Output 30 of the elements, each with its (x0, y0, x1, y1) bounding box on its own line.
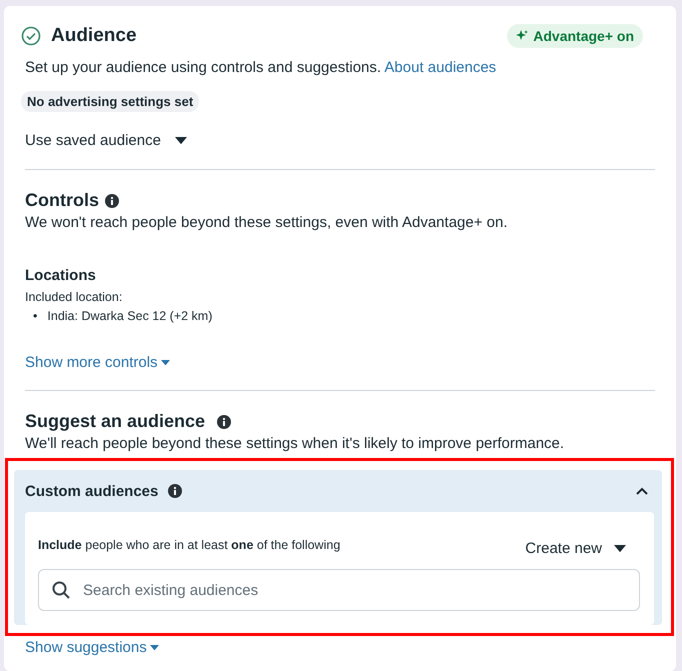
include-text: Include people who are in at least one of the following (38, 538, 340, 552)
caret-icon (614, 544, 626, 552)
status-tag: No advertising settings set (21, 91, 200, 112)
section-title: Audience (51, 25, 137, 47)
suggest-description: We'll reach people beyond these settings when it's likely to improve performance. (25, 434, 566, 454)
intro-text: Set up your audience using controls and suggestions. About audiences (25, 58, 498, 78)
search-icon (52, 581, 70, 599)
advantage-badge: Advantage+ on (507, 24, 643, 48)
show-more-controls-link[interactable]: Show more controls (25, 354, 170, 371)
chevron-icon[interactable] (636, 487, 648, 495)
show-suggestions-link[interactable]: Show suggestions (25, 639, 159, 656)
sparkle-icon (516, 30, 528, 42)
search-field[interactable]: Search existing audiences (38, 569, 640, 611)
create-new-dropdown[interactable]: Create new (525, 532, 640, 557)
bullet: • (33, 308, 38, 324)
locations-subtitle: Included location: (25, 290, 124, 304)
suggest-title: Suggest an audience (25, 411, 206, 432)
locations-title: Locations (25, 267, 97, 284)
location-item: India: Dwarka Sec 12 (+2 km) (47, 308, 212, 324)
custom-audiences-title: Custom audiences (25, 482, 158, 500)
saved-audience-dropdown[interactable]: Use saved audience (25, 132, 187, 149)
info-icon[interactable] (105, 194, 119, 208)
about-audiences-link[interactable]: About audiences (384, 59, 496, 76)
controls-description: We won't reach people beyond these settings, even with Advantage+ on. (25, 213, 508, 233)
caret-icon (174, 136, 187, 144)
caret-icon (160, 360, 170, 366)
caret-icon (150, 644, 159, 650)
info-icon[interactable] (168, 484, 182, 498)
info-icon[interactable] (217, 414, 232, 428)
controls-title: Controls (25, 190, 99, 211)
